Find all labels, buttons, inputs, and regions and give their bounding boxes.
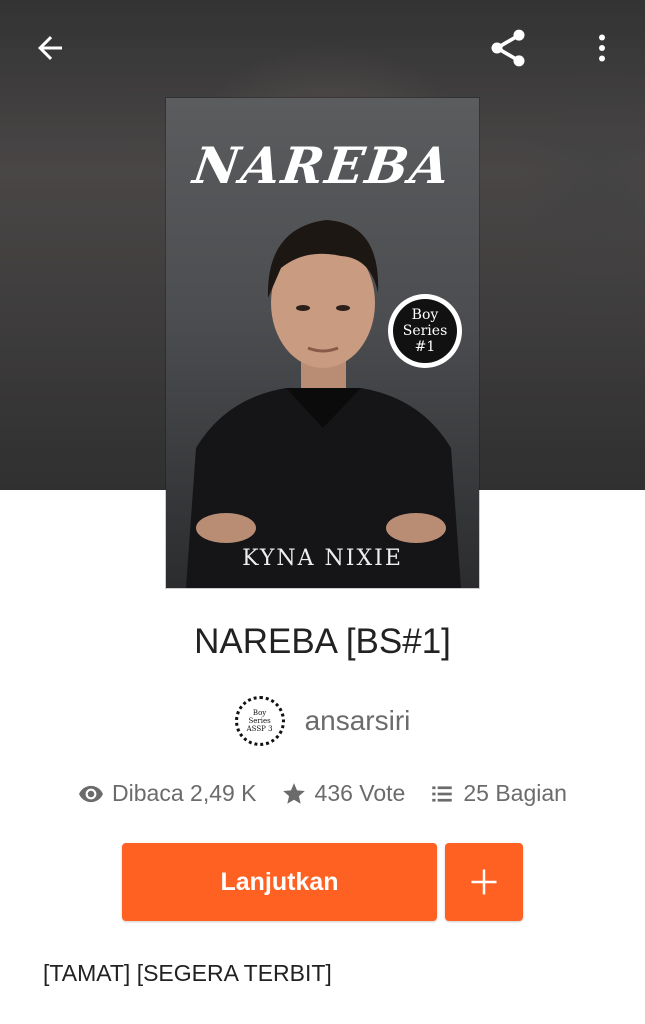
parts-stat: 25 Bagian	[429, 780, 567, 807]
star-icon	[282, 782, 305, 804]
votes-count: 436 Vote	[314, 780, 406, 806]
avatar-line-2: Series	[248, 717, 271, 725]
reads-stat: Dibaca 2,49 K	[78, 780, 257, 807]
stats-row: Dibaca 2,49 K 436 Vote 25 Bagian	[0, 780, 645, 807]
author-avatar[interactable]: Boy Series ASSP 3	[234, 696, 285, 746]
back-button[interactable]	[24, 22, 76, 74]
more-options-button[interactable]	[576, 22, 628, 74]
story-title: NAREBA [BS#1]	[194, 622, 451, 661]
more-vertical-icon	[599, 34, 605, 62]
badge-line-2: Series	[402, 323, 448, 339]
cover-author: KYNA NIXIE	[242, 546, 403, 571]
story-detail-screen: NAREBA Boy Series #1 KYNA NIXIE NAREBA […	[0, 0, 645, 1024]
avatar-line-3: ASSP 3	[246, 725, 273, 733]
author-name[interactable]: ansarsiri	[305, 705, 411, 737]
avatar-line-1: Boy	[252, 709, 267, 717]
arrow-left-icon	[38, 36, 62, 60]
list-icon	[432, 785, 453, 802]
plus-icon	[471, 869, 497, 895]
parts-count: 25 Bagian	[463, 780, 567, 806]
add-to-library-button[interactable]	[445, 843, 523, 921]
continue-reading-button[interactable]: Lanjutkan	[122, 843, 437, 921]
share-button[interactable]	[482, 22, 534, 74]
badge-line-3: #1	[414, 339, 436, 355]
votes-stat: 436 Vote	[281, 780, 406, 807]
cover-series-badge: Boy Series #1	[388, 294, 462, 368]
eye-icon	[79, 785, 103, 802]
badge-line-1: Boy	[411, 307, 439, 323]
book-cover[interactable]: NAREBA Boy Series #1 KYNA NIXIE	[166, 98, 479, 588]
reads-count: Dibaca 2,49 K	[112, 780, 257, 806]
share-icon	[491, 29, 525, 67]
story-tagline: [TAMAT] [SEGERA TERBIT]	[43, 960, 332, 986]
author-row[interactable]: Boy Series ASSP 3 ansarsiri	[0, 696, 645, 746]
